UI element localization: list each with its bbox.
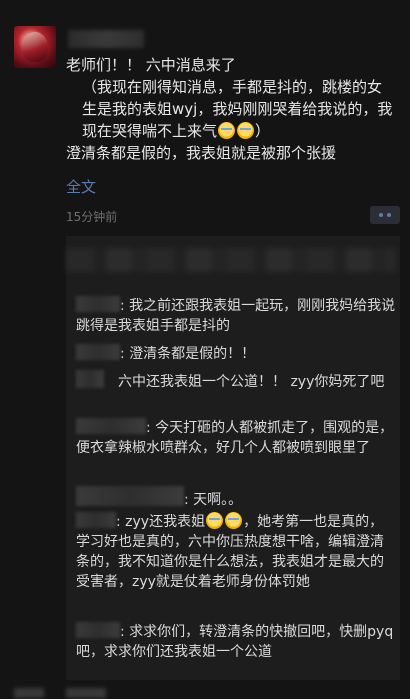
commenter-redacted [76, 622, 120, 638]
comment-text: : 我之前还跟我表姐一起玩，刚刚我妈给我说跳得是我表姐手都是抖的 [76, 298, 396, 334]
post-time: 15分钟前 [66, 210, 118, 224]
post-line-2: （我现在刚得知消息，手都是抖的，跳楼的女生是我的表姐wyj，我妈刚刚哭着给我说的… [66, 76, 396, 142]
commenter-redacted [76, 418, 146, 434]
next-post-redacted [0, 686, 410, 699]
post-content: 老师们！！ 六中消息来了 （我现在刚得知消息，手都是抖的，跳楼的女生是我的表姐w… [66, 54, 396, 164]
likes-redacted [66, 248, 396, 272]
comment-item[interactable]: : 我之前还跟我表姐一起玩，刚刚我妈给我说跳得是我表姐手都是抖的 [76, 296, 396, 336]
commenter-redacted [76, 296, 120, 312]
commenter-redacted [76, 344, 120, 360]
comment-item[interactable]: : 求求你们，转澄清条的快撤回吧，快删pyq吧，求求你们还我表姐一个公道 [76, 622, 396, 662]
comment-text: 六中还我表姐一个公道！！ zyy你妈死了吧 [118, 374, 385, 390]
full-text-link[interactable]: 全文 [66, 176, 96, 197]
commenter-redacted [76, 486, 184, 506]
comment-text: : 天啊。。 [184, 492, 243, 508]
post-line-3: 澄清条都是假的，我表姐就是被那个张援 [66, 144, 337, 162]
crying-emoji-icon [237, 122, 255, 139]
crying-emoji-icon [218, 122, 236, 139]
comment-text: : 求求你们，转澄清条的快撤回吧，快删pyq吧，求求你们还我表姐一个公道 [76, 624, 394, 660]
comment-text: : 澄清条都是假的！！ [120, 346, 256, 362]
crying-emoji-icon [225, 512, 243, 529]
comment-item[interactable]: : 澄清条都是假的！！ [76, 344, 396, 364]
crying-emoji-icon [206, 512, 224, 529]
avatar[interactable] [14, 26, 56, 68]
more-dots-icon[interactable] [370, 206, 400, 224]
comment-text-a: : zyy还我表姐 [116, 514, 206, 530]
comment-item[interactable]: : 天啊。。 [76, 486, 396, 510]
author-name-redacted [68, 30, 144, 48]
comment-item[interactable]: 六中还我表姐一个公道！！ zyy你妈死了吧 [76, 370, 396, 392]
post-line-1: 老师们！！ 六中消息来了 [66, 56, 236, 74]
comment-item[interactable]: : zyy还我表姐 ，她考第一也是真的，学习好也是真的，六中你压热度想干啥，编辑澄… [76, 512, 396, 592]
commenter-redacted [76, 512, 116, 528]
comment-item[interactable]: : 今天打砸的人都被抓走了，围观的是，便衣拿辣椒水喷群众，好几个人都被喷到眼里了 [76, 418, 396, 458]
post-line-2-end: ） [255, 122, 271, 140]
commenter-redacted [76, 370, 104, 388]
